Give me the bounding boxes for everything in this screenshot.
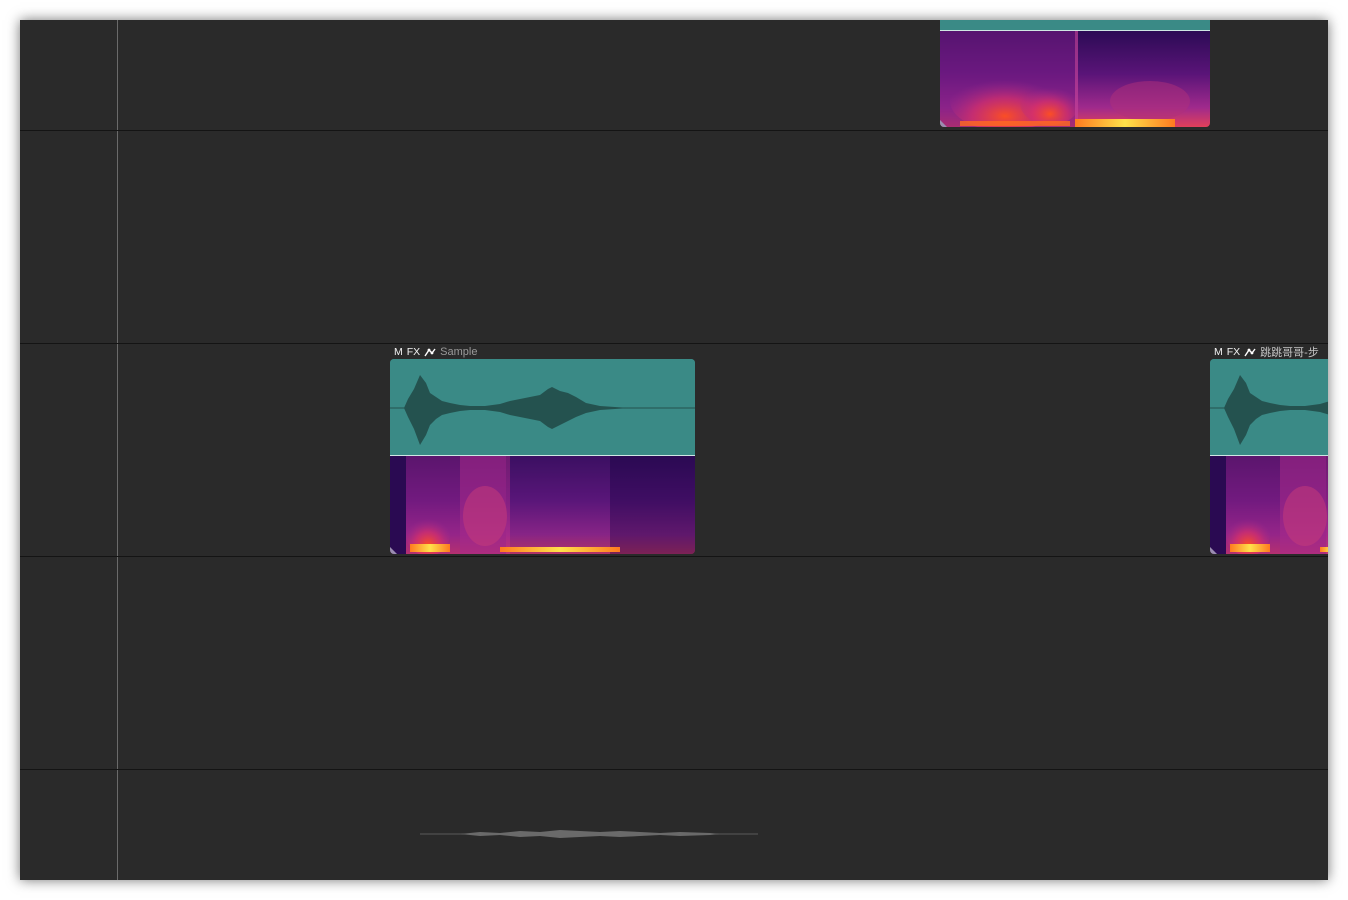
- track-separator[interactable]: [20, 343, 1328, 344]
- track-header-divider[interactable]: [117, 20, 118, 880]
- envelope-icon[interactable]: [424, 347, 436, 357]
- clip-header[interactable]: M FX 跳跳哥哥-步: [1214, 345, 1328, 359]
- clip-waveform: [390, 359, 695, 455]
- clip-waveform: [1210, 359, 1328, 455]
- clip-spectrogram: [1210, 456, 1328, 554]
- clip-spectrogram: [940, 31, 1210, 127]
- clip-spectrogram: [390, 456, 695, 554]
- envelope-icon[interactable]: [1244, 347, 1256, 357]
- track-separator[interactable]: [20, 130, 1328, 131]
- clip-header[interactable]: M FX Sample: [394, 345, 477, 359]
- clip-name: 跳跳哥哥-步: [1260, 347, 1319, 359]
- mute-button[interactable]: M: [1214, 346, 1223, 358]
- fx-button[interactable]: FX: [1227, 346, 1240, 358]
- track-separator[interactable]: [20, 769, 1328, 770]
- audio-clip[interactable]: [940, 20, 1210, 127]
- audio-clip[interactable]: [390, 359, 695, 554]
- clip-name: Sample: [440, 346, 478, 358]
- mute-button[interactable]: M: [394, 346, 403, 358]
- clip-waveform: [940, 20, 1210, 30]
- audio-clip[interactable]: [1210, 359, 1328, 554]
- overview-waveform: [420, 830, 758, 838]
- track-separator[interactable]: [20, 556, 1328, 557]
- fx-button[interactable]: FX: [407, 346, 420, 358]
- multitrack-editor: M FX Sample M FX 跳跳哥哥-步: [20, 20, 1328, 880]
